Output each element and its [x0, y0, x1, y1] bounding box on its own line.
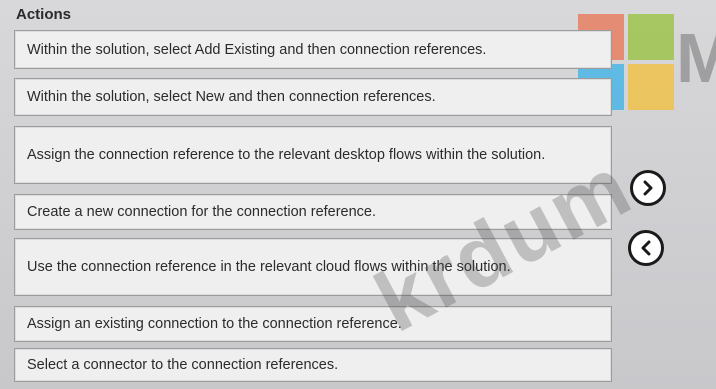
action-item-label: Create a new connection for the connecti…: [27, 204, 377, 220]
action-item-label: Use the connection reference in the rele…: [27, 259, 511, 275]
move-left-button[interactable]: [628, 230, 664, 266]
action-item-label: Assign the connection reference to the r…: [27, 147, 546, 163]
action-item-label: Select a connector to the connection ref…: [27, 357, 339, 373]
drag-drop-question-area: M Actions Within the solution, select Ad…: [0, 0, 716, 389]
action-item[interactable]: Assign the connection reference to the r…: [14, 126, 612, 184]
actions-list: Within the solution, select Add Existing…: [14, 30, 618, 382]
action-item-label: Assign an existing connection to the con…: [27, 316, 402, 332]
action-item[interactable]: Within the solution, select Add Existing…: [14, 30, 612, 69]
chevron-right-icon: [643, 180, 653, 196]
watermark-corner-letter: M: [676, 19, 716, 97]
action-item-label: Within the solution, select New and then…: [27, 89, 436, 105]
action-item[interactable]: Create a new connection for the connecti…: [14, 194, 612, 230]
action-item[interactable]: Assign an existing connection to the con…: [14, 306, 612, 342]
chevron-left-icon: [641, 240, 651, 256]
move-right-button[interactable]: [630, 170, 666, 206]
action-item[interactable]: Select a connector to the connection ref…: [14, 348, 612, 382]
actions-heading: Actions: [16, 6, 72, 23]
action-item-label: Within the solution, select Add Existing…: [27, 41, 487, 58]
action-item[interactable]: Within the solution, select New and then…: [14, 78, 612, 116]
action-item[interactable]: Use the connection reference in the rele…: [14, 238, 612, 296]
logo-square-green: [628, 14, 674, 60]
logo-square-yellow: [628, 64, 674, 110]
